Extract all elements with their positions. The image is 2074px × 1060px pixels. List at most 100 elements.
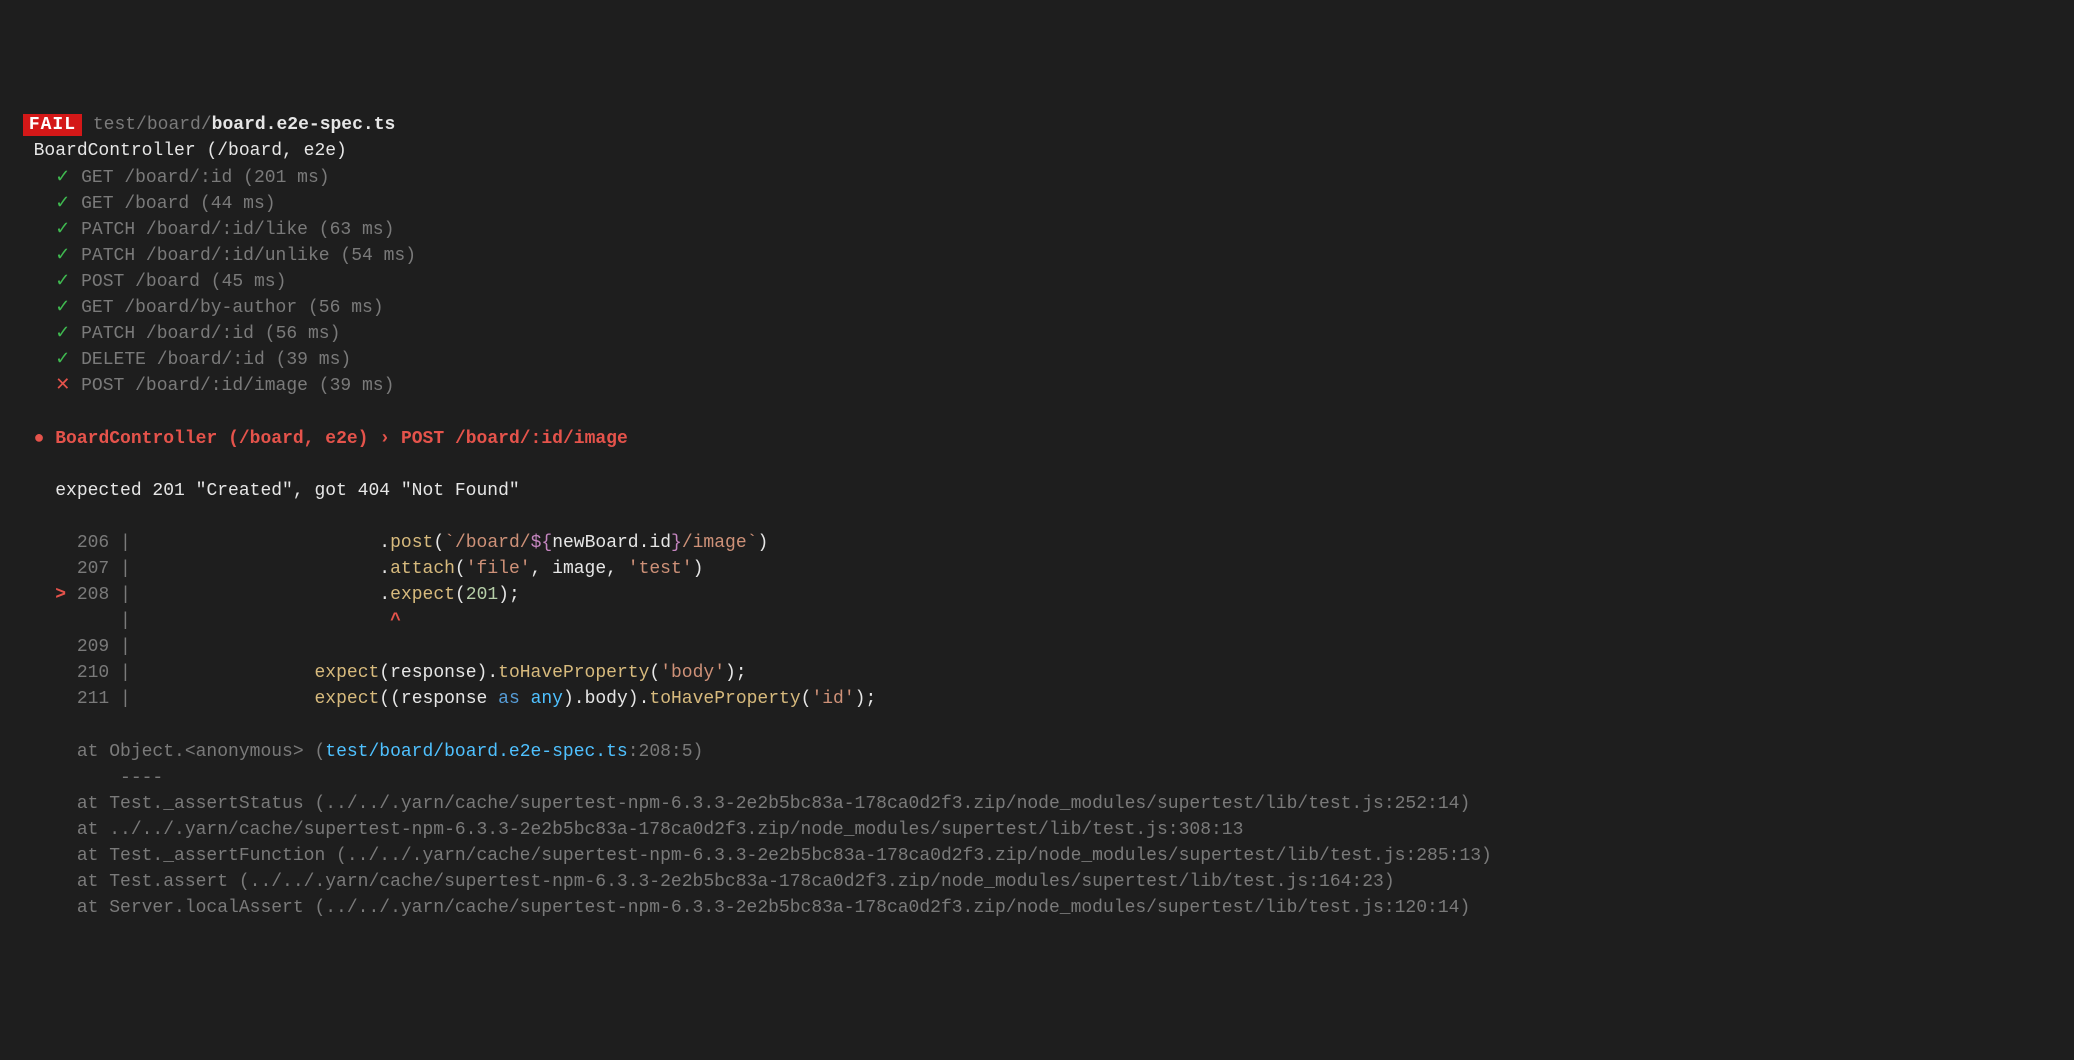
path-file: board.e2e-spec.ts <box>212 115 396 135</box>
stack-suffix: :208:5) <box>628 742 704 762</box>
failure-message-text: expected 201 "Created", got 404 "Not Fou… <box>55 481 519 501</box>
test-name: POST /board <box>81 272 200 292</box>
space <box>520 689 531 709</box>
test-output: FAIL test/board/board.e2e-spec.ts BoardC… <box>12 112 2062 921</box>
paren: ) <box>757 533 768 553</box>
dot: . <box>379 585 390 605</box>
paren: ( <box>801 689 812 709</box>
indent <box>142 611 390 631</box>
method: expect <box>390 585 455 605</box>
space <box>487 689 498 709</box>
paren: ). <box>628 689 650 709</box>
stack-line: at Test._assertStatus (../../.yarn/cache… <box>12 794 1470 814</box>
test-line: ✓ GET /board/:id (201 ms) <box>12 168 330 188</box>
paren: ( <box>379 663 390 683</box>
code-line-209: 209 | <box>12 637 131 657</box>
line-number: 209 <box>77 637 109 657</box>
test-time: (39 ms) <box>276 350 352 370</box>
function: expect <box>314 663 379 683</box>
stack-text: at Test._assertFunction (../../.yarn/cac… <box>77 846 1492 866</box>
stack-prefix: at Object.<anonymous> ( <box>77 742 325 762</box>
failure-describe: BoardController (/board, e2e) <box>55 429 368 449</box>
method: post <box>390 533 433 553</box>
check-icon: ✓ <box>55 194 70 214</box>
indent <box>142 663 315 683</box>
keyword: as <box>498 689 520 709</box>
paren: ); <box>498 585 520 605</box>
suite-title-line: BoardController (/board, e2e) <box>12 141 347 161</box>
indent <box>142 689 315 709</box>
test-line-failed: ✕ POST /board/:id/image (39 ms) <box>12 376 394 396</box>
paren: ( <box>433 533 444 553</box>
test-name: PATCH /board/:id/like <box>81 220 308 240</box>
code-caret-line: | ^ <box>12 611 401 631</box>
method: toHaveProperty <box>649 689 800 709</box>
string: /image <box>682 533 747 553</box>
pipe: | <box>120 663 131 683</box>
code-line-207: 207 | .attach('file', image, 'test') <box>12 559 703 579</box>
line-number: 207 <box>77 559 109 579</box>
string: 'body' <box>660 663 725 683</box>
stack-line: at Server.localAssert (../../.yarn/cache… <box>12 898 1470 918</box>
pipe: | <box>120 689 131 709</box>
error-marker-icon: > <box>55 585 66 605</box>
function: expect <box>314 689 379 709</box>
stack-text: at Server.localAssert (../../.yarn/cache… <box>77 898 1470 918</box>
method: toHaveProperty <box>498 663 649 683</box>
paren: ( <box>455 559 466 579</box>
test-line: ✓ DELETE /board/:id (39 ms) <box>12 350 351 370</box>
interp: } <box>671 533 682 553</box>
test-time: (201 ms) <box>243 168 329 188</box>
fail-badge: FAIL <box>23 114 82 136</box>
test-time: (56 ms) <box>308 298 384 318</box>
dot: . <box>379 533 390 553</box>
paren: ) <box>693 559 704 579</box>
stack-text: at Test._assertStatus (../../.yarn/cache… <box>77 794 1470 814</box>
test-name: POST /board/:id/image <box>81 376 308 396</box>
check-icon: ✓ <box>55 350 70 370</box>
backtick: ` <box>444 533 455 553</box>
x-icon: ✕ <box>55 376 70 396</box>
string: /board/ <box>455 533 531 553</box>
indent <box>142 533 380 553</box>
method: attach <box>390 559 455 579</box>
stack-line: at Test.assert (../../.yarn/cache/supert… <box>12 872 1395 892</box>
code-line-206: 206 | .post(`/board/${newBoard.id}/image… <box>12 533 768 553</box>
failure-test: POST /board/:id/image <box>401 429 628 449</box>
identifier: response <box>401 689 487 709</box>
identifier: newBoard.id <box>552 533 671 553</box>
check-icon: ✓ <box>55 220 70 240</box>
test-line: ✓ PATCH /board/:id/like (63 ms) <box>12 220 394 240</box>
dashes: ---- <box>120 768 163 788</box>
test-line: ✓ PATCH /board/:id (56 ms) <box>12 324 340 344</box>
stack-link[interactable]: test/board/board.e2e-spec.ts <box>325 742 627 762</box>
test-name: GET /board <box>81 194 189 214</box>
indent <box>142 559 380 579</box>
test-name: GET /board/by-author <box>81 298 297 318</box>
indent <box>142 585 380 605</box>
pipe: | <box>120 559 131 579</box>
line-number: 211 <box>77 689 109 709</box>
interp: ${ <box>531 533 553 553</box>
test-line: ✓ POST /board (45 ms) <box>12 272 286 292</box>
paren: ); <box>725 663 747 683</box>
test-line: ✓ GET /board/by-author (56 ms) <box>12 298 384 318</box>
check-icon: ✓ <box>55 168 70 188</box>
bullet-icon: ● <box>34 429 45 449</box>
test-name: PATCH /board/:id/unlike <box>81 246 329 266</box>
stack-text: at Test.assert (../../.yarn/cache/supert… <box>77 872 1395 892</box>
string: 'test' <box>628 559 693 579</box>
line-header: FAIL test/board/board.e2e-spec.ts <box>12 114 395 136</box>
pipe: | <box>120 533 131 553</box>
stack-line: at ../../.yarn/cache/supertest-npm-6.3.3… <box>12 820 1243 840</box>
check-icon: ✓ <box>55 298 70 318</box>
test-time: (39 ms) <box>319 376 395 396</box>
pipe: | <box>120 637 131 657</box>
pipe: | <box>120 585 131 605</box>
stack-dashes: ---- <box>12 768 163 788</box>
test-line: ✓ PATCH /board/:id/unlike (54 ms) <box>12 246 416 266</box>
code-line-208: > 208 | .expect(201); <box>12 585 520 605</box>
test-name: PATCH /board/:id <box>81 324 254 344</box>
check-icon: ✓ <box>55 246 70 266</box>
paren: ). <box>477 663 499 683</box>
